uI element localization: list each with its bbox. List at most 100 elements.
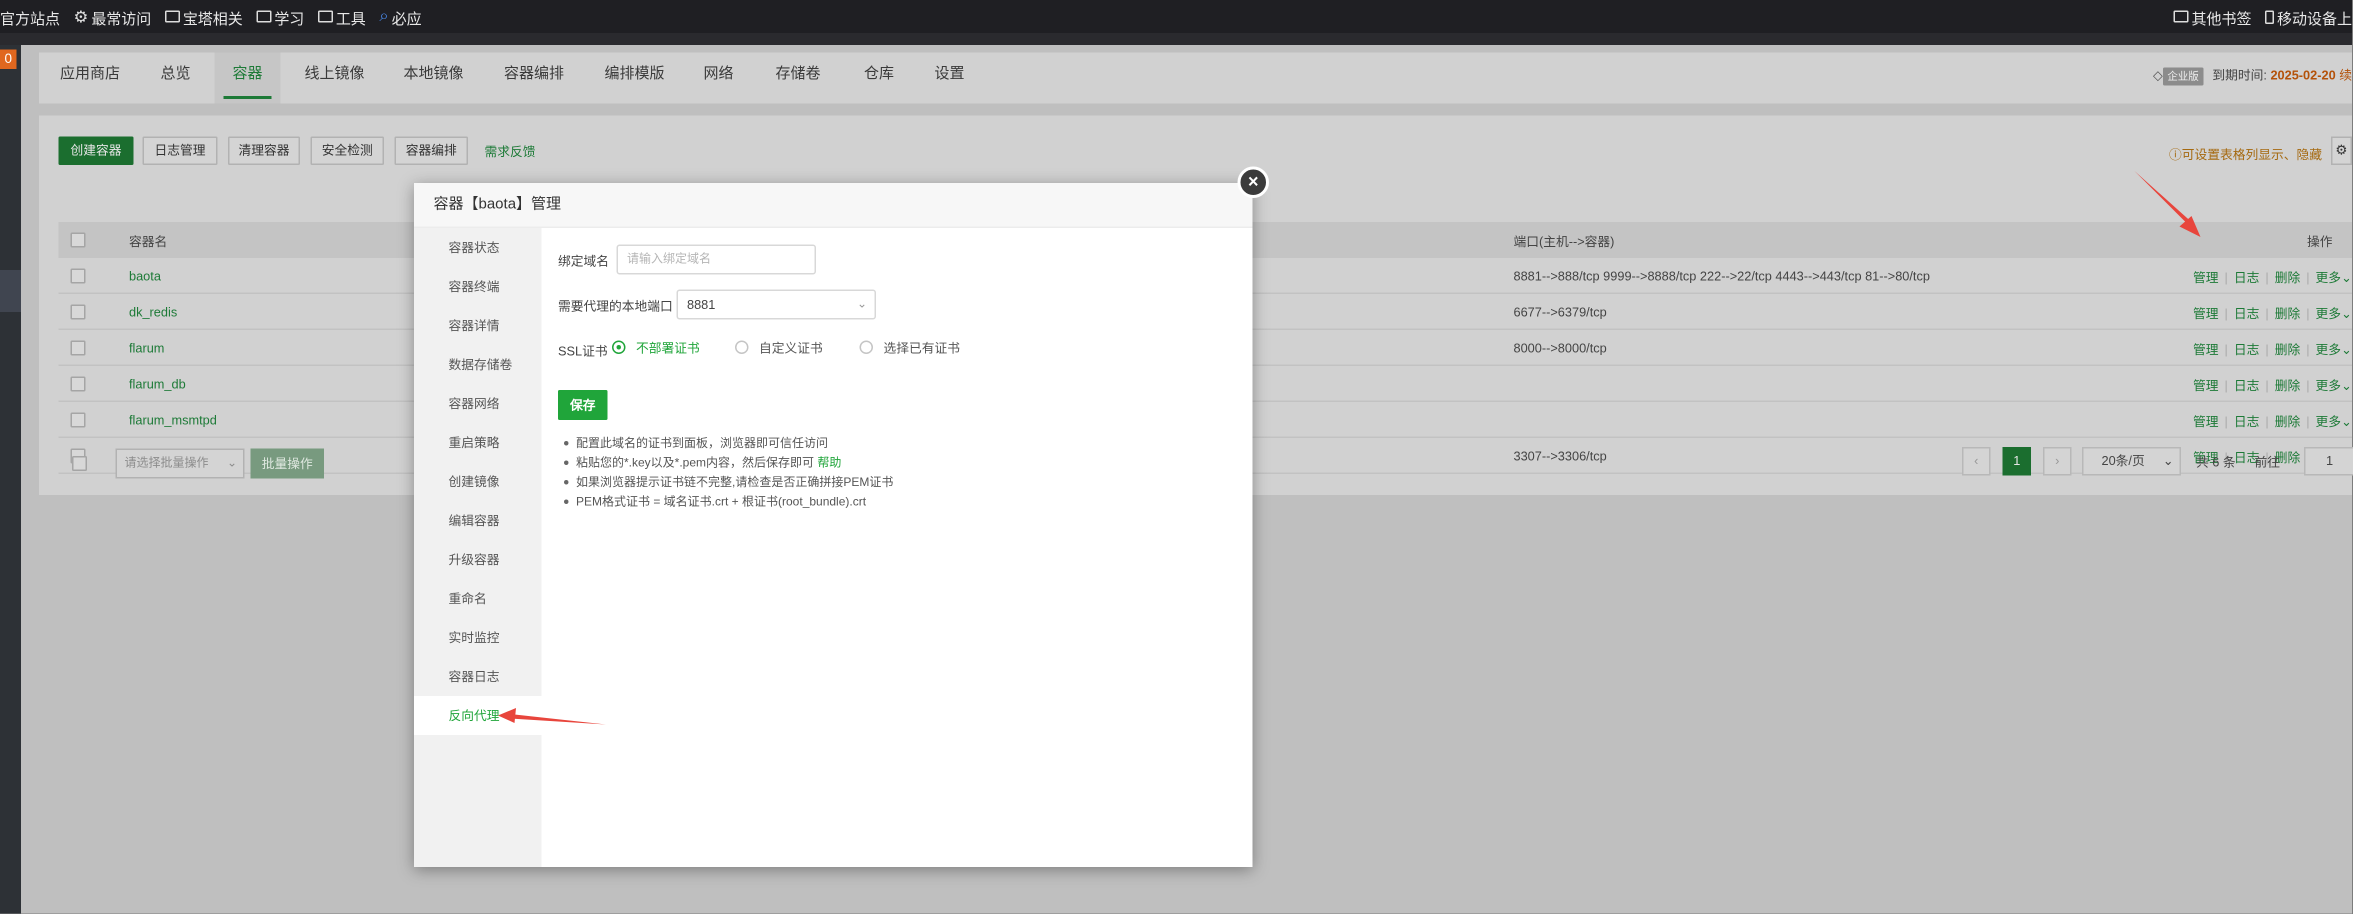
bookmark-official-site[interactable]: 官方站点 xyxy=(0,5,60,28)
tab-container[interactable]: 容器 xyxy=(214,52,281,104)
more-link[interactable]: 更多 xyxy=(2316,306,2342,321)
row-checkbox[interactable] xyxy=(70,304,86,320)
notification-badge[interactable]: 0 xyxy=(0,49,17,69)
sidebar-active-item[interactable] xyxy=(0,270,21,312)
feedback-link[interactable]: 需求反馈 xyxy=(485,143,536,161)
container-name[interactable]: flarum_msmtpd xyxy=(129,413,217,428)
menu-item-upgrade[interactable]: 升级容器 xyxy=(414,540,542,579)
column-settings-button[interactable]: ⚙ xyxy=(2331,136,2352,165)
tab-settings[interactable]: 设置 xyxy=(935,53,965,104)
menu-item-rename[interactable]: 重命名 xyxy=(414,579,542,618)
annotation-arrow-icon xyxy=(2134,171,2201,237)
tip-item: 粘贴您的*.key以及*.pem内容，然后保存即可 帮助 xyxy=(563,453,894,473)
help-link[interactable]: 帮助 xyxy=(817,456,841,470)
log-link[interactable]: 日志 xyxy=(2234,378,2260,393)
menu-item-logs[interactable]: 容器日志 xyxy=(414,657,542,696)
delete-link[interactable]: 删除 xyxy=(2275,414,2301,429)
bookmark-study[interactable]: 学习 xyxy=(256,5,304,28)
ssl-custom-radio[interactable] xyxy=(735,340,749,354)
menu-item-terminal[interactable]: 容器终端 xyxy=(414,267,542,306)
container-name[interactable]: flarum xyxy=(129,341,164,356)
log-manage-button[interactable]: 日志管理 xyxy=(142,136,218,165)
menu-item-monitor[interactable]: 实时监控 xyxy=(414,618,542,657)
ssl-none-label[interactable]: 不部署证书 xyxy=(636,339,700,357)
tab-registry[interactable]: 仓库 xyxy=(864,53,894,104)
prev-page-button[interactable]: ‹ xyxy=(1962,447,1991,476)
batch-select[interactable]: 请选择批量操作 ⌄ xyxy=(115,448,245,479)
bookmark-baota[interactable]: 宝塔相关 xyxy=(164,5,243,28)
tab-local-image[interactable]: 本地镜像 xyxy=(404,53,464,104)
more-link[interactable]: 更多 xyxy=(2316,378,2342,393)
menu-item-details[interactable]: 容器详情 xyxy=(414,306,542,345)
bookmark-bing[interactable]: ⌕ 必应 xyxy=(379,5,421,28)
manage-link[interactable]: 管理 xyxy=(2193,306,2219,321)
ssl-existing-label[interactable]: 选择已有证书 xyxy=(884,339,961,357)
page-size-select[interactable]: 20条/页 ⌄ xyxy=(2082,447,2181,476)
footer-select-all-checkbox[interactable] xyxy=(72,456,87,471)
container-name[interactable]: flarum_db xyxy=(129,377,186,392)
menu-item-restart-policy[interactable]: 重启策略 xyxy=(414,423,542,462)
manage-link[interactable]: 管理 xyxy=(2193,342,2219,357)
goto-input[interactable]: 1 xyxy=(2304,447,2353,476)
row-checkbox[interactable] xyxy=(70,340,86,356)
menu-item-create-image[interactable]: 创建镜像 xyxy=(414,462,542,501)
menu-item-volumes[interactable]: 数据存储卷 xyxy=(414,345,542,384)
menu-item-status[interactable]: 容器状态 xyxy=(414,228,542,267)
menu-item-edit[interactable]: 编辑容器 xyxy=(414,501,542,540)
more-link[interactable]: 更多 xyxy=(2316,270,2342,285)
page-current[interactable]: 1 xyxy=(2002,447,2031,476)
ssl-custom-label[interactable]: 自定义证书 xyxy=(759,339,823,357)
log-link[interactable]: 日志 xyxy=(2234,414,2260,429)
log-link[interactable]: 日志 xyxy=(2234,342,2260,357)
batch-button[interactable]: 批量操作 xyxy=(250,448,324,479)
save-button[interactable]: 保存 xyxy=(558,390,608,420)
column-hint[interactable]: ⓘ可设置表格列显示、隐藏 xyxy=(2169,146,2322,164)
tab-app-store[interactable]: 应用商店 xyxy=(60,53,120,104)
next-page-button[interactable]: › xyxy=(2043,447,2072,476)
more-link[interactable]: 更多 xyxy=(2316,414,2342,429)
folder-icon xyxy=(317,10,333,23)
row-checkbox[interactable] xyxy=(70,412,86,428)
manage-link[interactable]: 管理 xyxy=(2193,414,2219,429)
delete-link[interactable]: 删除 xyxy=(2275,342,2301,357)
bookmark-mobile[interactable]: 移动设备上 xyxy=(2265,5,2352,28)
create-container-button[interactable]: 创建容器 xyxy=(58,136,134,165)
tab-overview[interactable]: 总览 xyxy=(161,53,191,104)
select-all-checkbox[interactable] xyxy=(70,232,86,248)
port-select[interactable]: 8881 ⌄ xyxy=(676,289,876,320)
log-link[interactable]: 日志 xyxy=(2234,306,2260,321)
container-name[interactable]: dk_redis xyxy=(129,305,177,320)
bookmark-other[interactable]: 其他书签 xyxy=(2173,5,2252,28)
ssl-existing-radio[interactable] xyxy=(859,340,873,354)
bookmark-tools[interactable]: 工具 xyxy=(317,5,366,28)
bookmark-most-visited[interactable]: ⚙ 最常访问 xyxy=(74,5,152,28)
container-port: 8881-->888/tcp 9999-->8888/tcp 222-->22/… xyxy=(1513,268,1930,284)
compose-button[interactable]: 容器编排 xyxy=(394,136,468,165)
renew-link[interactable]: 续 xyxy=(2339,68,2352,83)
delete-link[interactable]: 删除 xyxy=(2275,270,2301,285)
row-checkbox[interactable] xyxy=(70,268,86,284)
security-check-button[interactable]: 安全检测 xyxy=(310,136,384,165)
ssl-none-radio[interactable] xyxy=(612,340,626,354)
container-port: 3307-->3306/tcp xyxy=(1513,448,1607,464)
container-name[interactable]: baota xyxy=(129,269,161,284)
total-count: 共 6 条 xyxy=(2196,454,2236,470)
manage-link[interactable]: 管理 xyxy=(2193,378,2219,393)
domain-input[interactable]: 请输入绑定域名 xyxy=(616,244,816,275)
tab-volume[interactable]: 存储卷 xyxy=(776,53,821,104)
delete-link[interactable]: 删除 xyxy=(2275,378,2301,393)
menu-item-network[interactable]: 容器网络 xyxy=(414,384,542,423)
ssl-label: SSL证书 xyxy=(558,343,608,359)
row-ops: 管理|日志|删除|更多⌄ xyxy=(2193,414,2352,429)
tab-online-image[interactable]: 线上镜像 xyxy=(305,53,365,104)
close-icon[interactable]: × xyxy=(1237,166,1269,198)
tab-compose-template[interactable]: 编排模版 xyxy=(605,53,665,104)
tab-network[interactable]: 网络 xyxy=(704,53,734,104)
row-checkbox[interactable] xyxy=(70,376,86,392)
clean-container-button[interactable]: 清理容器 xyxy=(228,136,300,165)
log-link[interactable]: 日志 xyxy=(2234,270,2260,285)
manage-link[interactable]: 管理 xyxy=(2193,270,2219,285)
delete-link[interactable]: 删除 xyxy=(2275,306,2301,321)
tab-compose[interactable]: 容器编排 xyxy=(504,53,564,104)
more-link[interactable]: 更多 xyxy=(2316,342,2342,357)
